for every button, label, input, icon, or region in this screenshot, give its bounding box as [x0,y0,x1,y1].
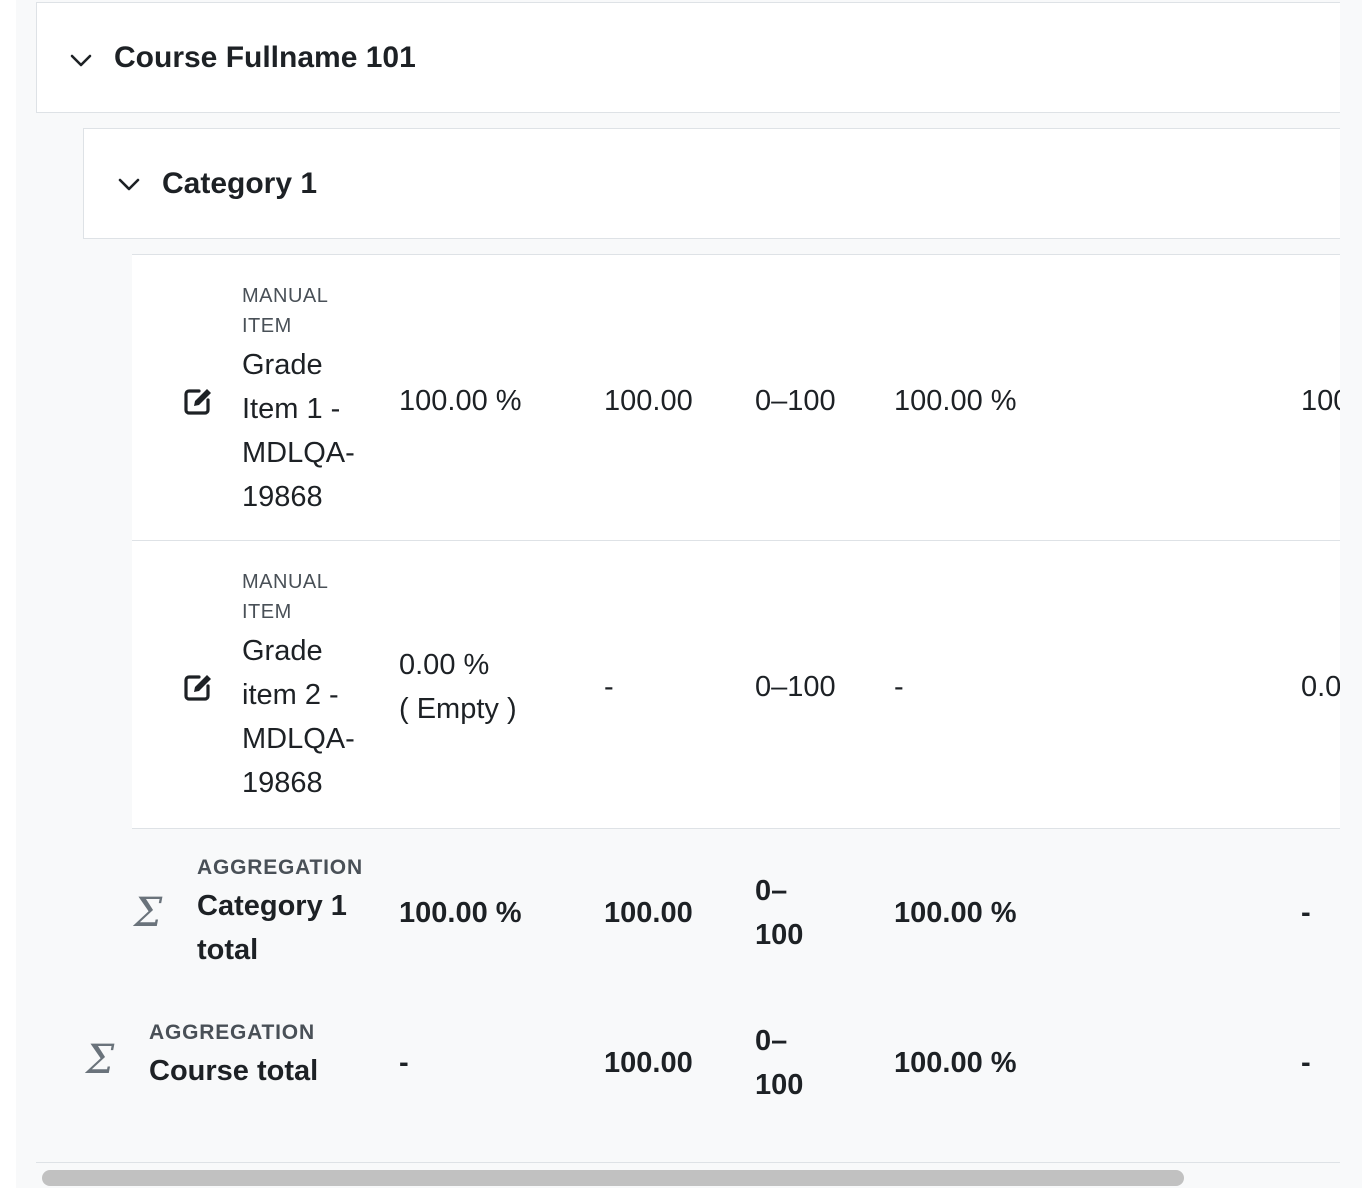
weight-cell: 100.00 % [399,385,522,417]
course-total-row: Σ AGGREGATION Course total - 100.00 0– 1… [84,1000,1340,1130]
grade-item-name[interactable]: MDLQA- [242,717,355,761]
course-header[interactable]: Course Fullname 101 [36,2,1340,113]
course-total-name: Course total [149,1055,319,1087]
course-title: Course Fullname 101 [114,41,416,74]
weight-cell: 0.00 % [399,649,490,681]
edit-icon[interactable] [182,671,214,703]
category-total-row: Σ AGGREGATION Category 1 total 100.00 % … [132,828,1340,989]
grade-item-name[interactable]: Item 1 - [242,387,340,431]
table-row: MANUAL ITEM Grade Item 1 - MDLQA- 19868 … [132,254,1340,541]
weight-cell: - [399,1047,409,1079]
grade-cell: 100.00 [604,1047,693,1079]
range-cell: 0–100 [755,385,836,417]
category-total-name: Category 1 [197,890,347,922]
grade-cell: - [604,671,614,703]
horizontal-scrollbar-thumb[interactable] [42,1170,1184,1186]
range-cell: 100 [755,1069,804,1101]
item-type-label: ITEM [242,315,292,337]
percentage-cell: - [894,671,904,703]
range-cell: 100 [755,919,804,951]
item-type-label: MANUAL [242,285,329,307]
contribution-cell: - [1301,897,1311,929]
weight-cell: 100.00 % [399,897,522,929]
percentage-cell: 100.00 % [894,385,1017,417]
sigma-icon: Σ [86,1037,115,1083]
item-type-label: MANUAL [242,571,329,593]
grade-item-name[interactable]: Grade [242,343,323,387]
percentage-cell: 100.00 % [894,897,1017,929]
aggregation-label: AGGREGATION [197,856,363,879]
contribution-cell: 100 [1301,385,1340,417]
table-row: MANUAL ITEM Grade item 2 - MDLQA- 19868 … [132,540,1340,828]
grade-cell: 100.00 [604,385,693,417]
weight-note: ( Empty ) [399,693,517,725]
item-type-label: ITEM [242,601,292,623]
scrollbar-track[interactable] [36,1162,1340,1163]
chevron-down-icon[interactable] [117,173,141,197]
sigma-icon: Σ [134,890,163,936]
range-cell: 0–100 [755,671,836,703]
grade-item-name[interactable]: MDLQA- [242,431,355,475]
grade-item-name[interactable]: Grade [242,629,323,673]
grader-report-table: Course Fullname 101 Category 1 MANUAL IT… [36,0,1340,1160]
grade-item-name[interactable]: item 2 - [242,673,339,717]
aggregation-label: AGGREGATION [149,1021,315,1044]
chevron-down-icon[interactable] [69,49,93,73]
category-header[interactable]: Category 1 [83,128,1340,239]
percentage-cell: 100.00 % [894,1047,1017,1079]
category-total-name: total [197,934,259,966]
edit-icon[interactable] [182,385,214,417]
contribution-cell: - [1301,1047,1311,1079]
grade-item-name[interactable]: 19868 [242,761,323,805]
grade-cell: 100.00 [604,897,693,929]
category-title: Category 1 [162,167,318,200]
contribution-cell: 0.0 [1301,671,1340,703]
range-cell: 0– [755,1025,788,1057]
range-cell: 0– [755,875,788,907]
grade-item-name[interactable]: 19868 [242,475,323,519]
